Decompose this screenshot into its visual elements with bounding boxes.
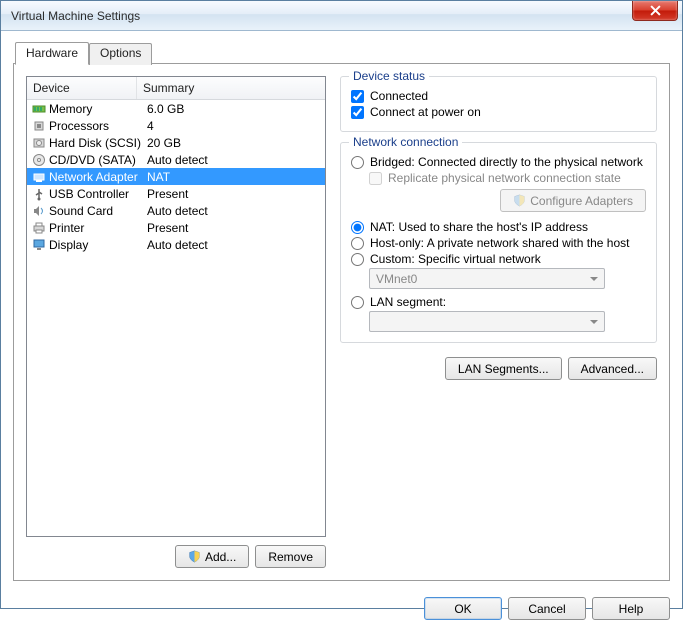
device-row-cd-dvd-sata-[interactable]: CD/DVD (SATA)Auto detect xyxy=(27,151,325,168)
tab-options[interactable]: Options xyxy=(89,43,152,65)
titlebar: Virtual Machine Settings xyxy=(1,1,682,31)
device-row-display[interactable]: DisplayAuto detect xyxy=(27,236,325,253)
sound-icon xyxy=(31,203,47,219)
lan-segments-button[interactable]: LAN Segments... xyxy=(445,357,562,380)
display-icon xyxy=(31,237,47,253)
device-status-group: Device status Connected Connect at power… xyxy=(340,76,657,132)
custom-network-value: VMnet0 xyxy=(376,272,417,286)
bridged-radio-row[interactable]: Bridged: Connected directly to the physi… xyxy=(351,155,646,169)
configure-adapters-button: Configure Adapters xyxy=(500,189,646,212)
device-summary: NAT xyxy=(141,170,321,184)
device-summary: Auto detect xyxy=(141,204,321,218)
column-device[interactable]: Device xyxy=(27,77,137,99)
usb-icon xyxy=(31,186,47,202)
connect-power-checkbox-row[interactable]: Connect at power on xyxy=(351,105,646,119)
add-label: Add... xyxy=(205,550,236,564)
replicate-checkbox xyxy=(369,172,382,185)
custom-label: Custom: Specific virtual network xyxy=(370,252,541,266)
custom-radio-row[interactable]: Custom: Specific virtual network xyxy=(351,252,646,266)
remove-button[interactable]: Remove xyxy=(255,545,326,568)
device-row-network-adapter[interactable]: Network AdapterNAT xyxy=(27,168,325,185)
device-row-printer[interactable]: PrinterPresent xyxy=(27,219,325,236)
tab-hardware[interactable]: Hardware xyxy=(15,42,89,65)
device-name: Memory xyxy=(49,102,141,116)
shield-icon xyxy=(513,194,526,207)
disk-icon xyxy=(31,135,47,151)
lan-segment-select xyxy=(369,311,605,332)
lan-label: LAN segment: xyxy=(370,295,446,309)
configure-adapters-label: Configure Adapters xyxy=(530,194,633,208)
device-name: Printer xyxy=(49,221,141,235)
network-connection-group: Network connection Bridged: Connected di… xyxy=(340,142,657,343)
custom-radio[interactable] xyxy=(351,253,364,266)
device-name: CD/DVD (SATA) xyxy=(49,153,141,167)
nat-label: NAT: Used to share the host's IP address xyxy=(370,220,588,234)
network-connection-legend: Network connection xyxy=(349,135,462,149)
connect-power-label: Connect at power on xyxy=(370,105,481,119)
hostonly-radio-row[interactable]: Host-only: A private network shared with… xyxy=(351,236,646,250)
device-list-header: Device Summary xyxy=(27,77,325,100)
connected-label: Connected xyxy=(370,89,428,103)
device-summary: 6.0 GB xyxy=(141,102,321,116)
hostonly-label: Host-only: A private network shared with… xyxy=(370,236,629,250)
add-button[interactable]: Add... xyxy=(175,545,249,568)
tab-panel: Device Summary Memory6.0 GBProcessors4Ha… xyxy=(13,63,670,581)
custom-network-select: VMnet0 xyxy=(369,268,605,289)
device-summary: 4 xyxy=(141,119,321,133)
device-row-memory[interactable]: Memory6.0 GB xyxy=(27,100,325,117)
cd-icon xyxy=(31,152,47,168)
device-name: Network Adapter xyxy=(49,170,141,184)
device-summary: Present xyxy=(141,187,321,201)
lan-radio-row[interactable]: LAN segment: xyxy=(351,295,646,309)
column-summary[interactable]: Summary xyxy=(137,77,325,99)
device-row-processors[interactable]: Processors4 xyxy=(27,117,325,134)
window-title: Virtual Machine Settings xyxy=(11,9,140,23)
bridged-label: Bridged: Connected directly to the physi… xyxy=(370,155,643,169)
advanced-button[interactable]: Advanced... xyxy=(568,357,657,380)
device-status-legend: Device status xyxy=(349,69,429,83)
device-name: USB Controller xyxy=(49,187,141,201)
device-name: Hard Disk (SCSI) xyxy=(49,136,141,150)
nat-radio-row[interactable]: NAT: Used to share the host's IP address xyxy=(351,220,646,234)
dialog-footer: OK Cancel Help xyxy=(1,591,682,628)
cpu-icon xyxy=(31,118,47,134)
device-summary: Present xyxy=(141,221,321,235)
printer-icon xyxy=(31,220,47,236)
bridged-radio[interactable] xyxy=(351,156,364,169)
device-row-usb-controller[interactable]: USB ControllerPresent xyxy=(27,185,325,202)
device-summary: Auto detect xyxy=(141,153,321,167)
device-row-hard-disk-scsi-[interactable]: Hard Disk (SCSI)20 GB xyxy=(27,134,325,151)
device-row-sound-card[interactable]: Sound CardAuto detect xyxy=(27,202,325,219)
replicate-checkbox-row: Replicate physical network connection st… xyxy=(369,171,646,185)
tab-strip: Hardware Options xyxy=(15,41,670,63)
shield-icon xyxy=(188,550,201,563)
close-icon xyxy=(650,5,661,16)
device-name: Display xyxy=(49,238,141,252)
replicate-label: Replicate physical network connection st… xyxy=(388,171,621,185)
device-summary: Auto detect xyxy=(141,238,321,252)
memory-icon xyxy=(31,101,47,117)
connected-checkbox-row[interactable]: Connected xyxy=(351,89,646,103)
connect-power-checkbox[interactable] xyxy=(351,106,364,119)
device-name: Sound Card xyxy=(49,204,141,218)
device-list[interactable]: Device Summary Memory6.0 GBProcessors4Ha… xyxy=(26,76,326,537)
close-button[interactable] xyxy=(632,1,678,21)
network-icon xyxy=(31,169,47,185)
device-summary: 20 GB xyxy=(141,136,321,150)
connected-checkbox[interactable] xyxy=(351,90,364,103)
nat-radio[interactable] xyxy=(351,221,364,234)
device-name: Processors xyxy=(49,119,141,133)
lan-radio[interactable] xyxy=(351,296,364,309)
hostonly-radio[interactable] xyxy=(351,237,364,250)
